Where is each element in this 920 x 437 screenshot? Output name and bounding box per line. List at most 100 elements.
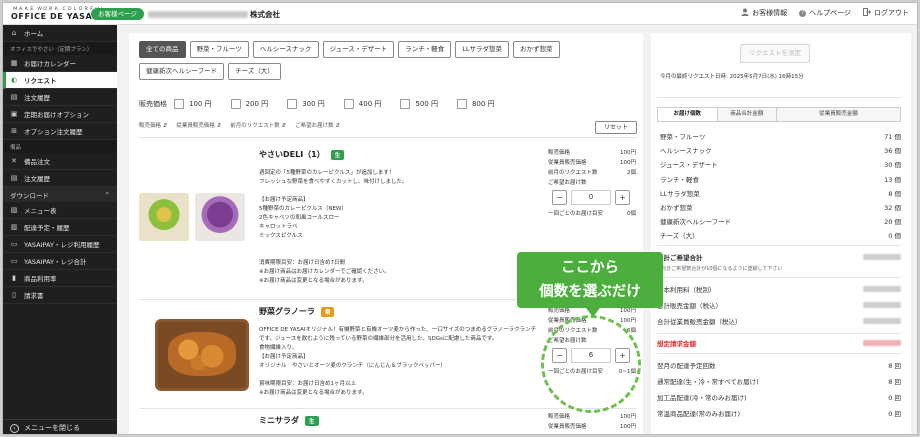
price-option-400[interactable]: 400 円: [343, 99, 381, 109]
stat-value: 0個: [627, 211, 636, 217]
callout-pointer: [586, 308, 600, 317]
sort-employee-price[interactable]: 従業員販売価格 ⇵: [176, 121, 221, 129]
nav-logout[interactable]: ログアウト: [863, 8, 909, 18]
checkbox[interactable]: [456, 99, 467, 109]
fee-row: 基本利用料（税別）: [657, 281, 901, 297]
total-note: ※合計ご希望数合計が10個になるように登録して下さい: [657, 266, 783, 272]
sidebar-item-home[interactable]: ⌂ ホーム: [3, 25, 117, 42]
sort-last-month-requests[interactable]: 前月のリクエスト数 ⇵: [230, 121, 286, 129]
cart-icon: ◐: [10, 76, 18, 84]
decrement-button[interactable]: −: [552, 190, 567, 205]
logo[interactable]: OFFICE DE YASAI: [11, 12, 96, 21]
quantity-input[interactable]: 0: [571, 190, 611, 205]
category-lunch[interactable]: ランチ・軽食: [398, 41, 452, 58]
customer-page-badge[interactable]: お客様ページ: [91, 8, 144, 20]
sidebar-item-supply-order[interactable]: ✕ 備品注文: [3, 153, 117, 170]
total-value-redacted: [863, 254, 901, 260]
list-item: おかず惣菜 32 個: [660, 200, 901, 214]
highlight-ring: [541, 315, 641, 413]
product-title: やさいDELI（1） 生: [259, 149, 345, 160]
sidebar-item-option-history[interactable]: ⊞ オプション注文履歴: [3, 123, 117, 140]
category-ll-salad[interactable]: LLサラダ惣菜: [455, 41, 510, 58]
price-option-label: 300 円: [302, 100, 325, 108]
fee-value-redacted: [863, 318, 901, 324]
checkbox[interactable]: [230, 99, 241, 109]
sidebar-item-menu[interactable]: ▧ メニュー表: [3, 202, 117, 219]
sidebar-item-label: YASAIPAY・レジ利用履歴: [24, 241, 100, 249]
price-option-100[interactable]: 100 円: [174, 99, 212, 109]
confirm-request-button[interactable]: リクエストを決定: [740, 44, 810, 63]
reset-button[interactable]: リセット: [595, 121, 637, 134]
sidebar-item-delivery[interactable]: ▥ 配達予定・履歴: [3, 219, 117, 236]
category-healthy-snack[interactable]: ヘルシースナック: [252, 41, 319, 58]
checkbox[interactable]: [287, 99, 298, 109]
sidebar-item-usage-rate[interactable]: ▮ 商品利用率: [3, 270, 117, 287]
count-label: チーズ（大）: [660, 232, 699, 241]
list-item: チーズ（大） 0 個: [660, 228, 901, 242]
checkbox[interactable]: [400, 99, 411, 109]
product-title: 野菜グラノーラ 常: [259, 306, 335, 317]
sidebar-item-order-history[interactable]: ▤ 注文履歴: [3, 89, 117, 106]
schedule-label: 常温商品配達(常のみお届け): [657, 410, 741, 418]
checkbox[interactable]: [343, 99, 354, 109]
sidebar-item-yasaipay-total[interactable]: ▭ YASAIPAY・レジ合計: [3, 253, 117, 270]
callout-line-2: 個数を選ぶだけ: [539, 284, 641, 300]
category-juice-dessert[interactable]: ジュース・デザート: [322, 41, 395, 58]
close-menu-button[interactable]: ‹ メニューを閉じる: [3, 419, 117, 434]
sidebar-item-yasaipay-history[interactable]: ▭ YASAIPAY・レジ利用履歴: [3, 236, 117, 253]
product-name: 野菜グラノーラ: [259, 307, 315, 316]
sidebar-item-invoice[interactable]: ▯ 請求書: [3, 287, 117, 304]
stat-label: 販売価格: [548, 150, 571, 156]
sort-desired-quantity[interactable]: ご希望お届け数 ⇵: [295, 121, 340, 129]
price-option-800[interactable]: 800 円: [456, 99, 495, 109]
count-label: ジュース・デザート: [660, 161, 718, 170]
category-side-dish[interactable]: おかず惣菜: [513, 41, 560, 58]
total-section: 合計ご希望合計 ※合計ご希望数合計が10個になるように登録して下さい: [657, 249, 901, 272]
stat-label: 販売価格: [548, 414, 571, 420]
price-option-300[interactable]: 300 円: [287, 99, 325, 109]
checkbox[interactable]: [174, 99, 184, 109]
sidebar-item-request[interactable]: ◐ リクエスト: [3, 72, 117, 89]
list-item: 野菜・フルーツ 71 個: [660, 129, 901, 143]
tab-employee-sales[interactable]: 従業員販売金額: [777, 108, 900, 121]
product-image: [155, 319, 249, 391]
collapse-icon: ‹: [10, 423, 19, 433]
delivery-icon: ▥: [10, 223, 18, 231]
help-icon: ?: [799, 9, 807, 17]
category-healthy-food[interactable]: 健康新次ヘルシーフード: [139, 63, 225, 80]
stat-value: 100円: [620, 318, 636, 324]
category-cheese[interactable]: チーズ（大）: [228, 63, 281, 80]
schedule-row: 常温商品配達(常のみお届け) 0 回: [657, 405, 901, 421]
stat-row: 販売価格 100円: [548, 147, 636, 157]
sidebar-item-label: お届けカレンダー: [24, 60, 76, 68]
sidebar-item-delivery-option[interactable]: ▣ 定期お届けオプション: [3, 106, 117, 123]
tab-product-total[interactable]: 商品合計金額: [717, 108, 778, 121]
sidebar-item-label: 定期お届けオプション: [24, 111, 89, 119]
app-frame: ＭＡＫＥ ＷＯＲＫ ＣＯＬＯＲＦＵＬ OFFICE DE YASAI お客様ペー…: [2, 2, 918, 435]
sort-price[interactable]: 販売価格 ⇵: [139, 121, 167, 129]
count-value: 30 個: [884, 161, 901, 170]
nav-help[interactable]: ? ヘルプページ: [799, 8, 851, 18]
sidebar: ⌂ ホーム オフィスでやさい（定期プラン） ▦ お届けカレンダー ◐ リクエスト…: [3, 25, 117, 434]
category-vegetables[interactable]: 野菜・フルーツ: [189, 41, 249, 58]
price-option-label: 500 円: [415, 100, 438, 108]
sidebar-download-toggle[interactable]: ダウンロード ⌃: [3, 187, 117, 202]
product-image: [195, 193, 245, 241]
tab-delivery-count[interactable]: お届け個数: [658, 108, 718, 121]
schedule-value: 0 回: [888, 410, 901, 418]
schedule-value: 8 回: [888, 378, 901, 386]
category-all[interactable]: 全ての商品: [139, 41, 186, 58]
sidebar-item-calendar[interactable]: ▦ お届けカレンダー: [3, 55, 117, 72]
fee-label: 基本利用料（税別）: [657, 286, 716, 294]
sidebar-section-plan: オフィスでやさい（定期プラン）: [3, 42, 117, 55]
price-option-200[interactable]: 200 円: [230, 99, 268, 109]
home-icon: ⌂: [11, 29, 17, 37]
chevron-up-icon: ⌃: [104, 190, 110, 199]
sidebar-item-label: オプション注文履歴: [24, 128, 83, 136]
increment-button[interactable]: +: [615, 190, 630, 205]
price-option-500[interactable]: 500 円: [400, 99, 438, 109]
sidebar-item-supply-history[interactable]: ▤ 注文履歴: [3, 170, 117, 187]
product-title: ミニサラダ 生: [259, 415, 319, 426]
nav-customer-info[interactable]: お客様情報: [741, 8, 787, 18]
product-description: 週回定の「5種野菜のカレーピクルス」が追加します！ フレッシュな野菜を食べやすく…: [259, 170, 408, 284]
